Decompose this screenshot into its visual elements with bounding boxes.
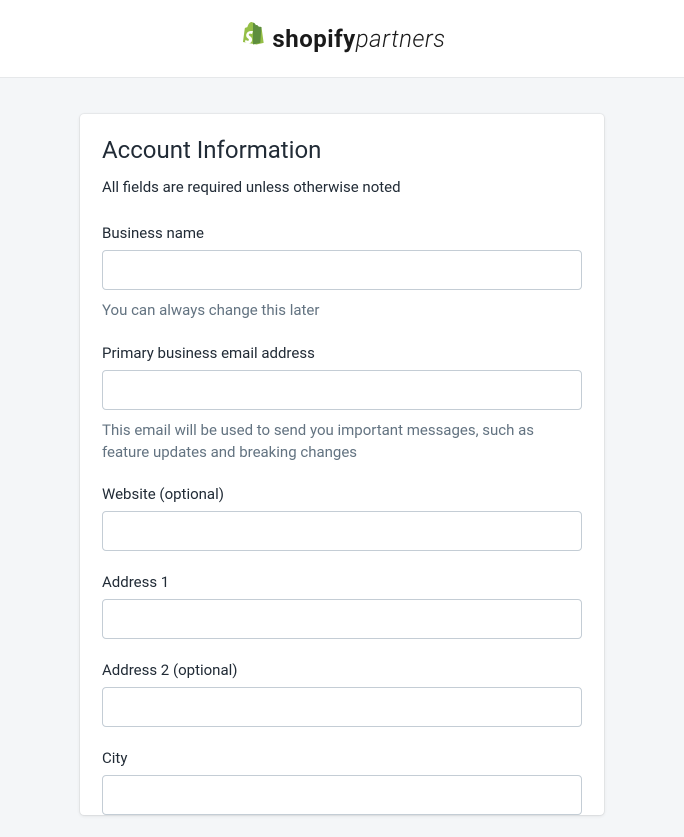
email-input[interactable] [102,370,582,410]
brand-text-bold: shopify [272,25,355,53]
brand-text-light: partners [356,25,446,53]
brand-logo: shopifypartners [238,21,445,57]
business-name-field: Business name You can always change this… [102,224,582,322]
business-name-label: Business name [102,224,582,242]
address2-field: Address 2 (optional) [102,661,582,727]
email-help: This email will be used to send you impo… [102,420,582,464]
form-subtitle: All fields are required unless otherwise… [102,178,582,196]
account-info-card: Account Information All fields are requi… [80,114,604,815]
address2-label: Address 2 (optional) [102,661,582,679]
city-field: City [102,749,582,815]
brand-text: shopifypartners [272,25,445,53]
website-input[interactable] [102,511,582,551]
email-label: Primary business email address [102,344,582,362]
address1-field: Address 1 [102,573,582,639]
page-title: Account Information [102,136,582,164]
address1-label: Address 1 [102,573,582,591]
city-label: City [102,749,582,767]
address1-input[interactable] [102,599,582,639]
address2-input[interactable] [102,687,582,727]
website-label: Website (optional) [102,485,582,503]
business-name-help: You can always change this later [102,300,582,322]
email-field: Primary business email address This emai… [102,344,582,464]
page-header: shopifypartners [0,0,684,78]
business-name-input[interactable] [102,250,582,290]
shopify-bag-icon [238,21,266,57]
website-field: Website (optional) [102,485,582,551]
city-input[interactable] [102,775,582,815]
